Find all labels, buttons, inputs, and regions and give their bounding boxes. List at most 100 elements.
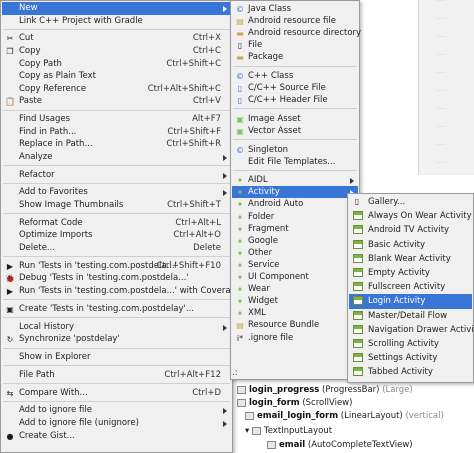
menu-item-android-tv-activity[interactable]: Android TV Activity xyxy=(349,223,472,237)
menu-item-empty-activity[interactable]: Empty Activity xyxy=(349,266,472,280)
menu-item-navigation-drawer-activity[interactable]: Navigation Drawer Activity xyxy=(349,323,474,337)
menu-item-c-class[interactable]: © C++ Class xyxy=(232,70,358,82)
menu-item-find-usages[interactable]: Find Usages Alt+F7 xyxy=(2,113,231,126)
tree-row[interactable]: ▾ TextInputLayout xyxy=(245,425,332,437)
gallery-icon: ▯ xyxy=(354,197,360,206)
menu-item-gallery[interactable]: ▯ Gallery... xyxy=(349,195,472,209)
submenu-arrow-icon xyxy=(223,190,227,197)
menu-item-widget[interactable]: ✦ Widget xyxy=(232,295,358,307)
menu-item-local-history[interactable]: Local History xyxy=(2,321,231,334)
menu-item-add-to-ignore-file-unignore[interactable]: Add to ignore file (unignore) xyxy=(2,417,231,430)
menu-item-other[interactable]: ✦ Other xyxy=(232,247,358,259)
menu-item-label: Fragment xyxy=(248,223,289,234)
menu-item-label: Android resource file xyxy=(248,16,336,27)
menu-item-android-resource-file[interactable]: ▤ Android resource file xyxy=(232,15,358,27)
menu-item-basic-activity[interactable]: Basic Activity xyxy=(349,238,472,252)
menu-item-resource-bundle[interactable]: ▤ Resource Bundle xyxy=(232,319,358,331)
menu-item-java-class[interactable]: © Java Class xyxy=(232,3,358,15)
expand-arrow-icon[interactable]: ▾ xyxy=(245,426,252,436)
menu-separator xyxy=(233,65,357,67)
new-submenu: © Java Class ▤ Android resource file ▬ Androi… xyxy=(230,0,361,380)
activity-template-icon xyxy=(353,282,363,292)
menu-item-compare-with[interactable]: ⇆ Compare With... Ctrl+D xyxy=(2,387,231,400)
menu-item-label: Link C++ Project with Gradle xyxy=(19,15,143,26)
menu-item-file-path[interactable]: File Path Ctrl+Alt+F12 xyxy=(2,369,231,382)
menu-item-activity[interactable]: ✦ Activity xyxy=(232,186,358,199)
menu-item-tabbed-activity[interactable]: Tabbed Activity xyxy=(349,365,472,379)
menu-item-master-detail-flow[interactable]: Master/Detail Flow xyxy=(349,309,472,323)
menu-item-wear[interactable]: ✦ Wear xyxy=(232,283,358,295)
shortcut-text: Ctrl+Alt+L xyxy=(175,217,221,228)
menu-separator xyxy=(3,317,230,319)
menu-item-google[interactable]: ✦ Google xyxy=(232,235,358,247)
menu-item-fragment[interactable]: ✦ Fragment xyxy=(232,223,358,235)
menu-item-label: Copy Path xyxy=(19,58,62,69)
menu-item-android-resource-directory[interactable]: ▬ Android resource directory xyxy=(232,27,361,39)
menu-item-service[interactable]: ✦ Service xyxy=(232,259,358,271)
menu-item-copy-path[interactable]: Copy Path Ctrl+Shift+C xyxy=(2,58,231,71)
menu-item-aidl[interactable]: ✦ AIDL xyxy=(232,174,358,186)
menu-item-refactor[interactable]: Refactor xyxy=(2,169,231,182)
menu-item-android-auto[interactable]: ✦ Android Auto xyxy=(232,198,358,210)
menu-item-always-on-wear-activity[interactable]: Always On Wear Activity xyxy=(349,209,472,223)
menu-item-label: New xyxy=(19,3,38,13)
debug-icon: 🐞 xyxy=(5,274,15,284)
menu-item-c-c-source-file[interactable]: ▯ C/C++ Source File xyxy=(232,82,358,94)
menu-item-copy-as-plain-text[interactable]: Copy as Plain Text xyxy=(2,70,231,83)
menu-item-delete[interactable]: Delete... Delete xyxy=(2,242,231,255)
menu-item-show-in-explorer[interactable]: Show in Explorer xyxy=(2,351,231,364)
menu-item-vector-asset[interactable]: ▣ Vector Asset xyxy=(232,125,358,137)
menu-item-label: Navigation Drawer Activity xyxy=(368,324,474,335)
menu-item-fullscreen-activity[interactable]: Fullscreen Activity xyxy=(349,280,472,294)
menu-item-new[interactable]: New xyxy=(2,2,231,15)
menu-item-find-in-path[interactable]: Find in Path... Ctrl+Shift+F xyxy=(2,126,231,139)
image-asset-icon: ▣ xyxy=(236,114,244,124)
menu-item-image-asset[interactable]: ▣ Image Asset xyxy=(232,113,358,125)
menu-item-debug-tests-in-testing-com-postdela[interactable]: 🐞 Debug 'Tests in 'testing.com.postdela..… xyxy=(2,272,231,285)
menu-item-label: File Path xyxy=(19,369,55,380)
menu-item-label: Wear xyxy=(248,284,270,295)
menu-item-login-activity[interactable]: Login Activity xyxy=(349,294,472,309)
menu-item-edit-file-templates[interactable]: Edit File Templates... xyxy=(232,156,358,168)
menu-item-ui-component[interactable]: ✦ UI Component xyxy=(232,271,358,283)
menu-item-scrolling-activity[interactable]: Scrolling Activity xyxy=(349,337,472,351)
tree-row[interactable]: login_progress (ProgressBar) (Large) xyxy=(237,384,413,396)
menu-item-folder[interactable]: ✦ Folder xyxy=(232,211,358,223)
menu-item-add-to-favorites[interactable]: Add to Favorites xyxy=(2,186,231,199)
menu-item-run-tests-in-testing-com-postdela[interactable]: ▶ Run 'Tests in 'testing.com.postdela...'… xyxy=(2,260,231,273)
menu-item-label: Debug 'Tests in 'testing.com.postdela...… xyxy=(19,273,189,284)
menu-item-c-c-header-file[interactable]: ▯ C/C++ Header File xyxy=(232,94,358,106)
menu-item-copy[interactable]: ❐ Copy Ctrl+C xyxy=(2,45,231,58)
menu-item-show-image-thumbnails[interactable]: Show Image Thumbnails Ctrl+Shift+T xyxy=(2,199,231,212)
tree-row[interactable]: email_login_form (LinearLayout) (vertica… xyxy=(245,410,444,422)
tree-row[interactable]: email (AutoCompleteTextView) xyxy=(267,439,413,451)
menu-item-label: Settings Activity xyxy=(368,353,438,364)
menu-item-ignore-file[interactable]: i* .ignore file xyxy=(232,332,358,344)
menu-item-reformat-code[interactable]: Reformat Code Ctrl+Alt+L xyxy=(2,217,231,230)
menu-item-synchronize-postdelay[interactable]: ↻ Synchronize 'postdelay' xyxy=(2,333,231,346)
menu-item-replace-in-path[interactable]: Replace in Path... Ctrl+Shift+R xyxy=(2,138,231,151)
menu-item-label: Activity xyxy=(248,187,280,198)
menu-item-paste[interactable]: 📋 Paste Ctrl+V xyxy=(2,95,231,108)
shortcut-text: Ctrl+D xyxy=(192,387,221,398)
menu-item-package[interactable]: ▬ Package xyxy=(232,51,358,63)
menu-item-link-c-project-with-gradle[interactable]: Link C++ Project with Gradle xyxy=(2,15,231,28)
shortcut-text: Delete xyxy=(193,242,221,253)
menu-item-label: Show in Explorer xyxy=(19,351,91,362)
menu-item-optimize-imports[interactable]: Optimize Imports Ctrl+Alt+O xyxy=(2,229,231,242)
menu-item-label: Gallery... xyxy=(368,197,406,207)
menu-item-singleton[interactable]: © Singleton xyxy=(232,144,358,156)
menu-item-blank-wear-activity[interactable]: Blank Wear Activity xyxy=(349,252,472,266)
menu-item-create-tests-in-testing-com-postdelay[interactable]: ▣ Create 'Tests in 'testing.com.postdelay… xyxy=(2,303,231,316)
menu-item-add-to-ignore-file[interactable]: Add to ignore file xyxy=(2,404,231,417)
menu-item-cut[interactable]: ✂ Cut Ctrl+X xyxy=(2,32,231,45)
tree-row[interactable]: login_form (ScrollView) xyxy=(237,397,352,409)
menu-item-copy-reference[interactable]: Copy Reference Ctrl+Alt+Shift+C xyxy=(2,83,231,96)
menu-item-create-gist[interactable]: ● Create Gist... xyxy=(2,430,231,443)
view-icon xyxy=(237,385,246,394)
menu-item-analyze[interactable]: Analyze xyxy=(2,151,231,164)
menu-item-xml[interactable]: ✦ XML xyxy=(232,307,358,319)
menu-item-settings-activity[interactable]: Settings Activity xyxy=(349,351,472,365)
menu-item-file[interactable]: ▯ File xyxy=(232,39,358,51)
menu-item-run-tests-in-testing-com-postdela-with-coverage[interactable]: ▶ Run 'Tests in 'testing.com.postdela...'… xyxy=(2,285,241,298)
